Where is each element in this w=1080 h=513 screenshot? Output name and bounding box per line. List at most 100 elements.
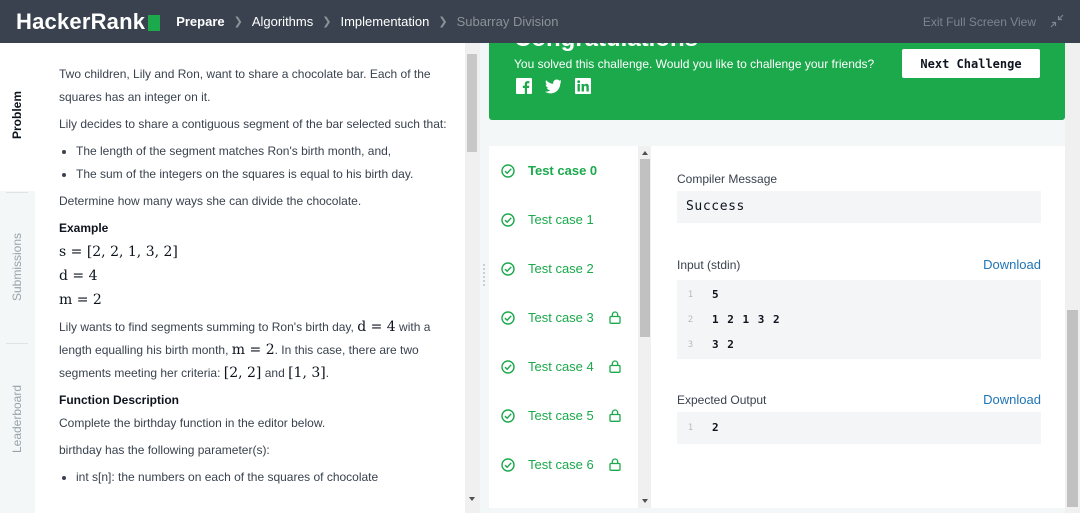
banner-subtitle: You solved this challenge. Would you lik…	[514, 57, 875, 71]
code-line: 2 1 2 1 3 2	[677, 307, 1041, 332]
linkedin-icon[interactable]	[575, 78, 591, 94]
check-circle-icon	[501, 359, 515, 374]
scroll-up-arrow-icon[interactable]	[642, 151, 648, 155]
hackerrank-logo[interactable]: HackerRank	[16, 8, 161, 35]
math-inline-d: d = 4	[357, 319, 396, 335]
tab-submissions[interactable]: Submissions	[10, 217, 24, 317]
text-run: .	[325, 366, 330, 380]
code-line: 15	[677, 282, 1041, 307]
compiler-message-value: Success	[677, 191, 1041, 223]
test-case-scrollbar-thumb[interactable]	[640, 159, 650, 337]
exit-fullscreen-icon[interactable]	[1050, 14, 1064, 28]
test-case-list: Test case 0 Test case 1 Test case 2 Test…	[489, 146, 639, 508]
problem-paragraph: Determine how many ways she can divide t…	[59, 194, 362, 208]
test-case-label: Test case 0	[528, 163, 598, 178]
logo-text: HackerRank	[16, 8, 146, 34]
check-circle-icon	[501, 310, 515, 325]
tab-problem[interactable]: Problem	[10, 65, 24, 165]
test-case-label: Test case 5	[528, 408, 594, 423]
list-item: The sum of the integers on the squares i…	[76, 163, 449, 186]
example-heading: Example	[59, 221, 109, 235]
test-case-item-0[interactable]: Test case 0	[489, 146, 639, 195]
input-label: Input (stdin)	[677, 258, 741, 272]
parameter-list: int s[n]: the numbers on each of the squ…	[76, 466, 449, 489]
math-segment-1: [2, 2]	[223, 365, 262, 381]
test-case-label: Test case 6	[528, 457, 594, 472]
lock-icon	[609, 458, 621, 471]
test-case-label: Test case 1	[528, 212, 594, 227]
lock-icon	[609, 311, 621, 324]
compiler-message-label: Compiler Message	[677, 172, 778, 186]
page-scrollbar-thumb[interactable]	[1067, 310, 1078, 507]
test-case-item-3[interactable]: Test case 3	[489, 293, 639, 342]
code-line: 12	[677, 415, 1041, 440]
text-run: Lily wants to find segments summing to R…	[59, 320, 358, 334]
top-navigation-bar: HackerRank Prepare ❯ Algorithms ❯ Implem…	[0, 0, 1080, 43]
line-number: 2	[687, 314, 694, 325]
math-d: d = 4	[59, 268, 98, 284]
breadcrumb-prepare[interactable]: Prepare	[176, 14, 224, 29]
chevron-right-icon: ❯	[322, 16, 332, 28]
test-case-item-5[interactable]: Test case 5	[489, 391, 639, 440]
code-text: 2	[712, 421, 720, 434]
list-item: The length of the segment matches Ron's …	[76, 140, 449, 163]
test-case-item-6[interactable]: Test case 6	[489, 440, 639, 489]
code-text: 3 2	[712, 338, 735, 351]
list-item: int s[n]: the numbers on each of the squ…	[76, 466, 449, 489]
check-circle-icon	[501, 457, 515, 472]
breadcrumb-implementation[interactable]: Implementation	[340, 14, 429, 29]
check-circle-icon	[501, 261, 515, 276]
scroll-down-arrow-icon[interactable]	[642, 499, 648, 503]
problem-scrollbar-thumb[interactable]	[467, 54, 477, 152]
tab-divider	[6, 192, 28, 193]
breadcrumb: Prepare ❯ Algorithms ❯ Implementation ❯ …	[176, 14, 558, 29]
problem-paragraph: Lily decides to share a contiguous segme…	[59, 117, 447, 131]
facebook-icon[interactable]	[516, 78, 532, 94]
breadcrumb-algorithms[interactable]: Algorithms	[252, 14, 313, 29]
check-circle-icon	[501, 408, 515, 423]
example-explanation: Lily wants to find segments summing to R…	[59, 316, 449, 385]
lock-icon	[609, 360, 621, 373]
line-number: 1	[687, 289, 694, 300]
expected-output-box: 12	[677, 412, 1041, 444]
problem-statement: Two children, Lily and Ron, want to shar…	[35, 43, 465, 513]
logo-mark-icon	[148, 14, 161, 31]
code-text: 1 2 1 3 2	[712, 313, 781, 326]
condition-list: The length of the segment matches Ron's …	[76, 140, 449, 186]
exit-fullscreen-link[interactable]: Exit Full Screen View	[923, 15, 1036, 29]
text-run: and	[261, 366, 289, 380]
input-download-link[interactable]: Download	[983, 257, 1041, 272]
math-m: m = 2	[59, 292, 102, 308]
chevron-right-icon: ❯	[233, 16, 243, 28]
scroll-down-arrow-icon[interactable]	[469, 497, 475, 501]
expected-output-label: Expected Output	[677, 393, 767, 407]
line-number: 1	[687, 422, 694, 433]
chevron-right-icon: ❯	[438, 16, 448, 28]
twitter-icon[interactable]	[545, 78, 561, 94]
problem-paragraph: Complete the birthday function in the ed…	[59, 416, 326, 430]
drag-handle-icon[interactable]	[482, 263, 486, 287]
check-circle-icon	[501, 212, 515, 227]
test-case-item-1[interactable]: Test case 1	[489, 195, 639, 244]
next-challenge-button[interactable]: Next Challenge	[902, 49, 1040, 78]
tab-divider	[6, 343, 28, 344]
banner-title: Congratulations	[514, 43, 698, 53]
input-code-box: 15 21 2 1 3 2 33 2	[677, 280, 1041, 359]
code-text: 5	[712, 288, 720, 301]
line-number: 3	[687, 339, 694, 350]
lock-icon	[609, 409, 621, 422]
test-results-card: Test case 0 Test case 1 Test case 2 Test…	[489, 146, 1065, 508]
test-case-item-4[interactable]: Test case 4	[489, 342, 639, 391]
problem-paragraph: Two children, Lily and Ron, want to shar…	[59, 67, 431, 104]
tab-leaderboard[interactable]: Leaderboard	[10, 369, 24, 469]
test-case-label: Test case 4	[528, 359, 594, 374]
problem-paragraph: birthday has the following parameter(s):	[59, 443, 270, 457]
check-circle-icon	[501, 163, 515, 178]
congratulations-banner: Congratulations You solved this challeng…	[489, 43, 1065, 120]
test-case-item-2[interactable]: Test case 2	[489, 244, 639, 293]
test-case-label: Test case 2	[528, 261, 594, 276]
breadcrumb-current: Subarray Division	[456, 14, 559, 29]
code-line: 3 3 2	[677, 332, 1041, 357]
math-segment-2: [1, 3]	[288, 365, 326, 381]
expected-download-link[interactable]: Download	[983, 392, 1041, 407]
